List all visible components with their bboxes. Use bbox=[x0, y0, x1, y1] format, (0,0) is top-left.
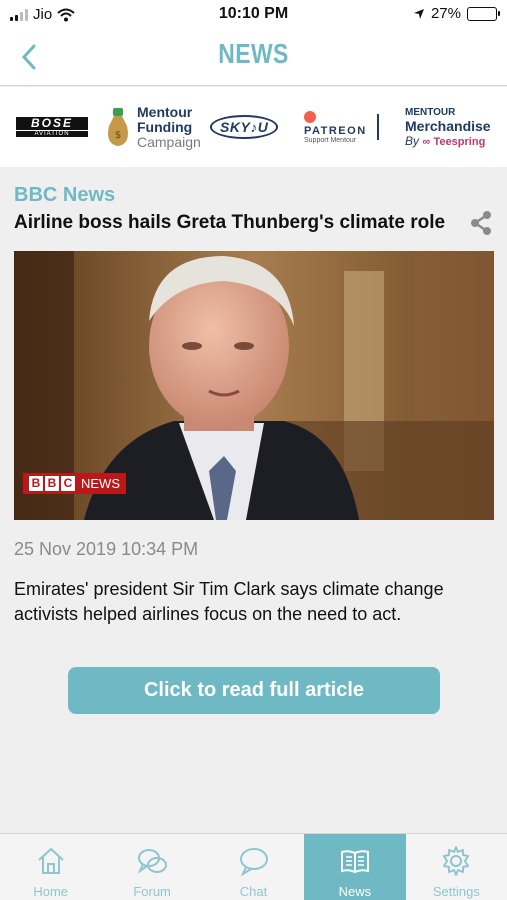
back-button[interactable] bbox=[14, 40, 44, 74]
article-summary: Emirates' president Sir Tim Clark says c… bbox=[14, 579, 444, 624]
gear-icon bbox=[443, 846, 470, 876]
share-icon bbox=[471, 211, 491, 235]
chevron-left-icon bbox=[21, 44, 36, 70]
sponsor-bose[interactable]: BOSE AVIATION bbox=[16, 87, 88, 167]
article-image[interactable]: BBC NEWS bbox=[14, 251, 494, 520]
sponsor-banner: BOSE AVIATION $ Mentour Funding Campaign… bbox=[0, 87, 507, 167]
app-header: NEWS bbox=[0, 30, 507, 86]
divider bbox=[376, 114, 379, 140]
skyou-logo: SKY♪U bbox=[210, 115, 279, 139]
mentour-line2: Funding bbox=[137, 118, 193, 135]
chat-icon bbox=[239, 848, 268, 877]
tab-settings-label: Settings bbox=[432, 884, 480, 899]
share-button[interactable] bbox=[466, 208, 496, 238]
bbc-block-letter: C bbox=[61, 476, 75, 491]
tab-chat[interactable]: Chat bbox=[203, 834, 304, 900]
battery-percent: 27% bbox=[430, 5, 461, 22]
tab-forum-label: Forum bbox=[133, 884, 171, 899]
page-title: NEWS bbox=[218, 38, 289, 69]
money-bag-icon: $ bbox=[108, 108, 128, 146]
merch-line3: By ∞ Teespring bbox=[405, 134, 485, 148]
merch-brand: Teespring bbox=[433, 135, 486, 148]
read-full-article-button[interactable]: Click to read full article bbox=[68, 667, 440, 714]
merch-by: By bbox=[405, 133, 420, 148]
teespring-icon: ∞ bbox=[422, 135, 431, 148]
svg-text:$: $ bbox=[115, 130, 121, 141]
bbc-logo-letters: BBC bbox=[29, 476, 75, 491]
forum-icon bbox=[137, 849, 168, 874]
tab-news-label: News bbox=[338, 884, 372, 899]
bbc-news-word: NEWS bbox=[81, 476, 120, 491]
sponsor-mentour-funding[interactable]: $ Mentour Funding Campaign bbox=[105, 87, 201, 167]
article-headline[interactable]: Airline boss hails Greta Thunberg's clim… bbox=[14, 212, 459, 234]
bbc-block-letter: B bbox=[29, 476, 43, 491]
mentour-line3: Campaign bbox=[137, 133, 201, 150]
article-source: BBC News bbox=[14, 184, 116, 206]
article-date: 25 Nov 2019 10:34 PM bbox=[14, 539, 199, 559]
location-arrow-icon bbox=[413, 8, 424, 19]
merch-line2: Merchandise bbox=[405, 117, 491, 134]
bose-logo-text: BOSE bbox=[16, 117, 88, 130]
tab-home-label: Home bbox=[33, 884, 69, 899]
sponsor-merchandise[interactable]: MENTOUR Merchandise By ∞ Teespring bbox=[405, 87, 491, 167]
sponsor-patreon[interactable]: PATREON Support Mentour bbox=[304, 87, 379, 167]
mentour-line1: Mentour bbox=[137, 103, 193, 120]
bose-logo-sub: AVIATION bbox=[16, 131, 88, 137]
tab-chat-label: Chat bbox=[239, 884, 268, 899]
tab-forum[interactable]: Forum bbox=[101, 834, 202, 900]
tab-settings[interactable]: Settings bbox=[406, 834, 507, 900]
home-icon bbox=[38, 847, 64, 874]
patreon-name: PATREON bbox=[304, 124, 367, 137]
patreon-sub: Support Mentour bbox=[304, 136, 357, 144]
bbc-block-letter: B bbox=[45, 476, 59, 491]
tab-news[interactable]: News bbox=[304, 834, 406, 900]
merch-line1: MENTOUR bbox=[405, 106, 456, 118]
battery-icon bbox=[467, 6, 500, 21]
patreon-icon bbox=[304, 110, 316, 123]
tab-home[interactable]: Home bbox=[0, 834, 101, 900]
news-icon bbox=[340, 850, 369, 874]
status-right: 27% bbox=[413, 5, 500, 22]
sponsor-skyou[interactable]: SKY♪U bbox=[210, 87, 279, 167]
tab-bar: Home Forum Chat News Settings bbox=[0, 833, 507, 900]
bbc-news-badge: BBC NEWS bbox=[23, 473, 126, 494]
status-bar: Jio 10:10 PM 27% bbox=[0, 0, 507, 30]
